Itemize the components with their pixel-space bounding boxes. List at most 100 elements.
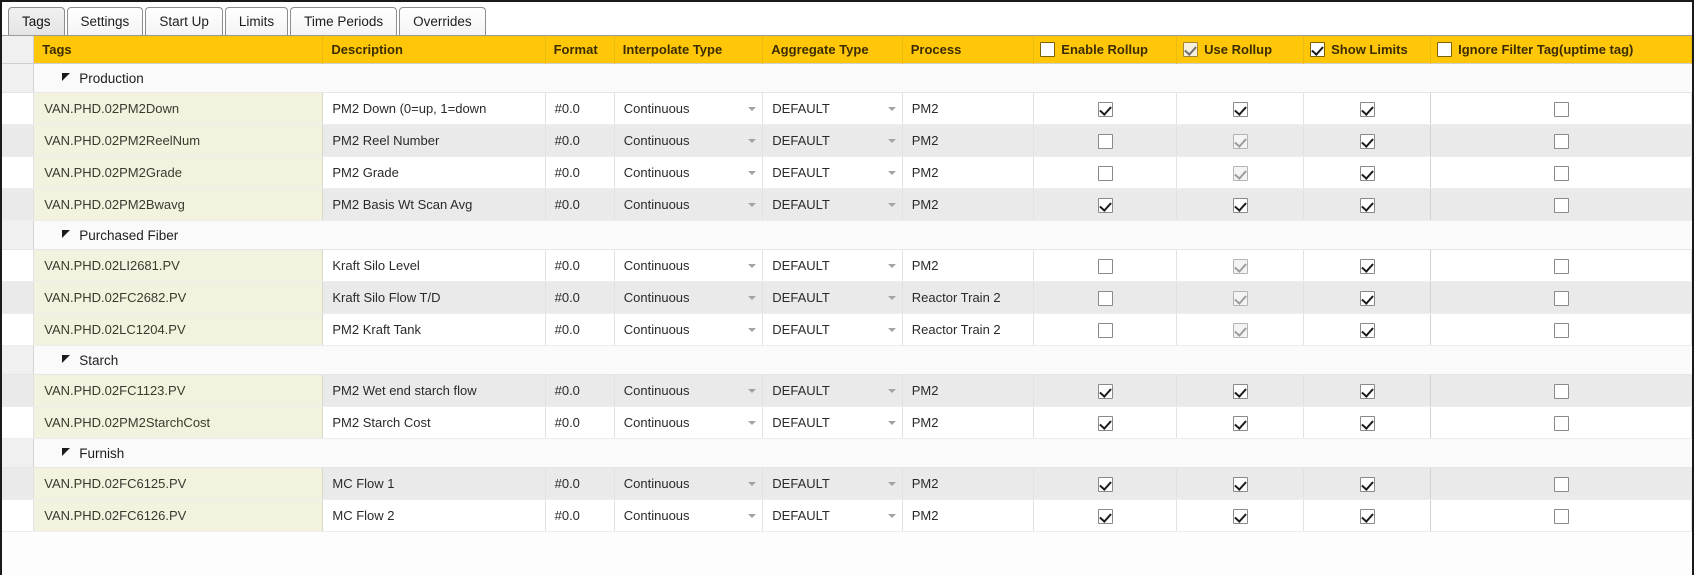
chevron-down-icon[interactable] — [887, 327, 896, 332]
cell-format[interactable]: #0.0 — [545, 281, 615, 314]
cell-ignore_filter[interactable] — [1430, 374, 1692, 407]
cell-tags[interactable]: VAN.PHD.02PM2StarchCost — [33, 406, 324, 439]
cell-process[interactable]: Reactor Train 2 — [902, 281, 1035, 314]
cell-format[interactable]: #0.0 — [545, 467, 615, 500]
cell-tags[interactable]: VAN.PHD.02PM2Down — [33, 92, 324, 125]
checkbox-checked-disabled[interactable] — [1183, 42, 1199, 57]
chevron-down-icon[interactable] — [748, 513, 757, 518]
cell-ignore_filter[interactable] — [1430, 467, 1692, 500]
cell-process[interactable]: PM2 — [902, 188, 1035, 221]
cell-description[interactable]: MC Flow 2 — [322, 499, 546, 532]
cell-show_limits[interactable] — [1303, 124, 1432, 157]
row-selector-cell[interactable] — [2, 156, 35, 189]
cell-show_limits[interactable] — [1303, 92, 1432, 125]
table-row[interactable]: VAN.PHD.02PM2ReelNum PM2 Reel Number #0.0 C… — [2, 124, 1692, 157]
chevron-down-icon[interactable] — [887, 263, 896, 268]
cell-interpolate_type[interactable]: Continuous — [614, 249, 764, 282]
table-row[interactable]: VAN.PHD.02PM2StarchCost PM2 Starch Cost #0… — [2, 406, 1692, 439]
cell-show_limits[interactable] — [1303, 406, 1432, 439]
cell-enable_rollup[interactable] — [1033, 406, 1178, 439]
group-header-cell[interactable]: Furnish — [33, 438, 1692, 468]
chevron-down-icon[interactable] — [887, 388, 896, 393]
cell-ignore_filter[interactable] — [1430, 188, 1692, 221]
tab-start-up[interactable]: Start Up — [145, 7, 223, 35]
chevron-down-icon[interactable] — [748, 170, 757, 175]
cell-description[interactable]: Kraft Silo Level — [322, 249, 546, 282]
checkbox-checked[interactable] — [1359, 101, 1375, 117]
checkbox-checked[interactable] — [1097, 476, 1113, 492]
table-row[interactable]: VAN.PHD.02FC6125.PV MC Flow 1 #0.0 Continuo… — [2, 467, 1692, 500]
checkbox-unchecked[interactable] — [1553, 197, 1569, 213]
tab-limits[interactable]: Limits — [224, 7, 289, 35]
row-selector-cell[interactable] — [2, 374, 35, 407]
cell-format[interactable]: #0.0 — [545, 499, 615, 532]
checkbox-unchecked[interactable] — [1097, 322, 1113, 338]
cell-use_rollup[interactable] — [1176, 467, 1305, 500]
cell-tags[interactable]: VAN.PHD.02LI2681.PV — [33, 249, 324, 282]
row-selector-cell[interactable] — [2, 467, 35, 500]
cell-interpolate_type[interactable]: Continuous — [614, 467, 764, 500]
column-header-format[interactable]: Format — [545, 36, 615, 64]
cell-interpolate_type[interactable]: Continuous — [614, 188, 764, 221]
chevron-down-icon[interactable] — [887, 170, 896, 175]
checkbox-unchecked[interactable] — [1553, 133, 1569, 149]
column-header-ignore_filter[interactable]: Ignore Filter Tag(uptime tag) — [1430, 36, 1692, 64]
row-selector-cell[interactable] — [2, 188, 35, 221]
cell-format[interactable]: #0.0 — [545, 406, 615, 439]
cell-process[interactable]: PM2 — [902, 249, 1035, 282]
cell-aggregate_type[interactable]: DEFAULT — [762, 313, 903, 346]
cell-ignore_filter[interactable] — [1430, 281, 1692, 314]
chevron-down-icon[interactable] — [887, 295, 896, 300]
group-expander-icon[interactable] — [62, 73, 71, 81]
row-selector-cell[interactable] — [2, 249, 35, 282]
chevron-down-icon[interactable] — [887, 138, 896, 143]
chevron-down-icon[interactable] — [748, 481, 757, 486]
cell-description[interactable]: PM2 Kraft Tank — [322, 313, 546, 346]
cell-tags[interactable]: VAN.PHD.02FC2682.PV — [33, 281, 324, 314]
chevron-down-icon[interactable] — [887, 481, 896, 486]
cell-aggregate_type[interactable]: DEFAULT — [762, 124, 903, 157]
cell-aggregate_type[interactable]: DEFAULT — [762, 467, 903, 500]
group-expander-icon[interactable] — [62, 448, 71, 456]
chevron-down-icon[interactable] — [887, 202, 896, 207]
table-row[interactable]: VAN.PHD.02FC1123.PV PM2 Wet end starch fl… — [2, 374, 1692, 407]
group-expander-icon[interactable] — [62, 355, 71, 363]
checkbox-checked[interactable] — [1097, 101, 1113, 117]
cell-show_limits[interactable] — [1303, 281, 1432, 314]
checkbox-checked-disabled[interactable] — [1232, 133, 1248, 149]
checkbox-unchecked[interactable] — [1553, 258, 1569, 274]
chevron-down-icon[interactable] — [887, 106, 896, 111]
cell-use_rollup[interactable] — [1176, 499, 1305, 532]
cell-interpolate_type[interactable]: Continuous — [614, 281, 764, 314]
checkbox-checked[interactable] — [1359, 165, 1375, 181]
cell-ignore_filter[interactable] — [1430, 156, 1692, 189]
row-selector-cell[interactable] — [2, 220, 35, 250]
checkbox-unchecked[interactable] — [1097, 165, 1113, 181]
checkbox-unchecked[interactable] — [1553, 290, 1569, 306]
cell-use_rollup[interactable] — [1176, 188, 1305, 221]
cell-show_limits[interactable] — [1303, 374, 1432, 407]
checkbox-checked[interactable] — [1310, 42, 1326, 57]
tab-settings[interactable]: Settings — [66, 7, 144, 35]
cell-format[interactable]: #0.0 — [545, 92, 615, 125]
cell-format[interactable]: #0.0 — [545, 249, 615, 282]
cell-aggregate_type[interactable]: DEFAULT — [762, 92, 903, 125]
cell-description[interactable]: PM2 Basis Wt Scan Avg — [322, 188, 546, 221]
row-selector-cell[interactable] — [2, 124, 35, 157]
cell-process[interactable]: PM2 — [902, 467, 1035, 500]
checkbox-checked[interactable] — [1232, 415, 1248, 431]
checkbox-checked[interactable] — [1359, 258, 1375, 274]
checkbox-unchecked[interactable] — [1097, 133, 1113, 149]
cell-interpolate_type[interactable]: Continuous — [614, 499, 764, 532]
cell-enable_rollup[interactable] — [1033, 313, 1178, 346]
cell-format[interactable]: #0.0 — [545, 313, 615, 346]
checkbox-unchecked[interactable] — [1553, 508, 1569, 524]
chevron-down-icon[interactable] — [887, 513, 896, 518]
row-selector-cell[interactable] — [2, 438, 35, 468]
cell-aggregate_type[interactable]: DEFAULT — [762, 281, 903, 314]
cell-aggregate_type[interactable]: DEFAULT — [762, 499, 903, 532]
cell-ignore_filter[interactable] — [1430, 92, 1692, 125]
cell-interpolate_type[interactable]: Continuous — [614, 406, 764, 439]
row-selector-cell[interactable] — [2, 281, 35, 314]
cell-description[interactable]: PM2 Wet end starch flow — [322, 374, 546, 407]
